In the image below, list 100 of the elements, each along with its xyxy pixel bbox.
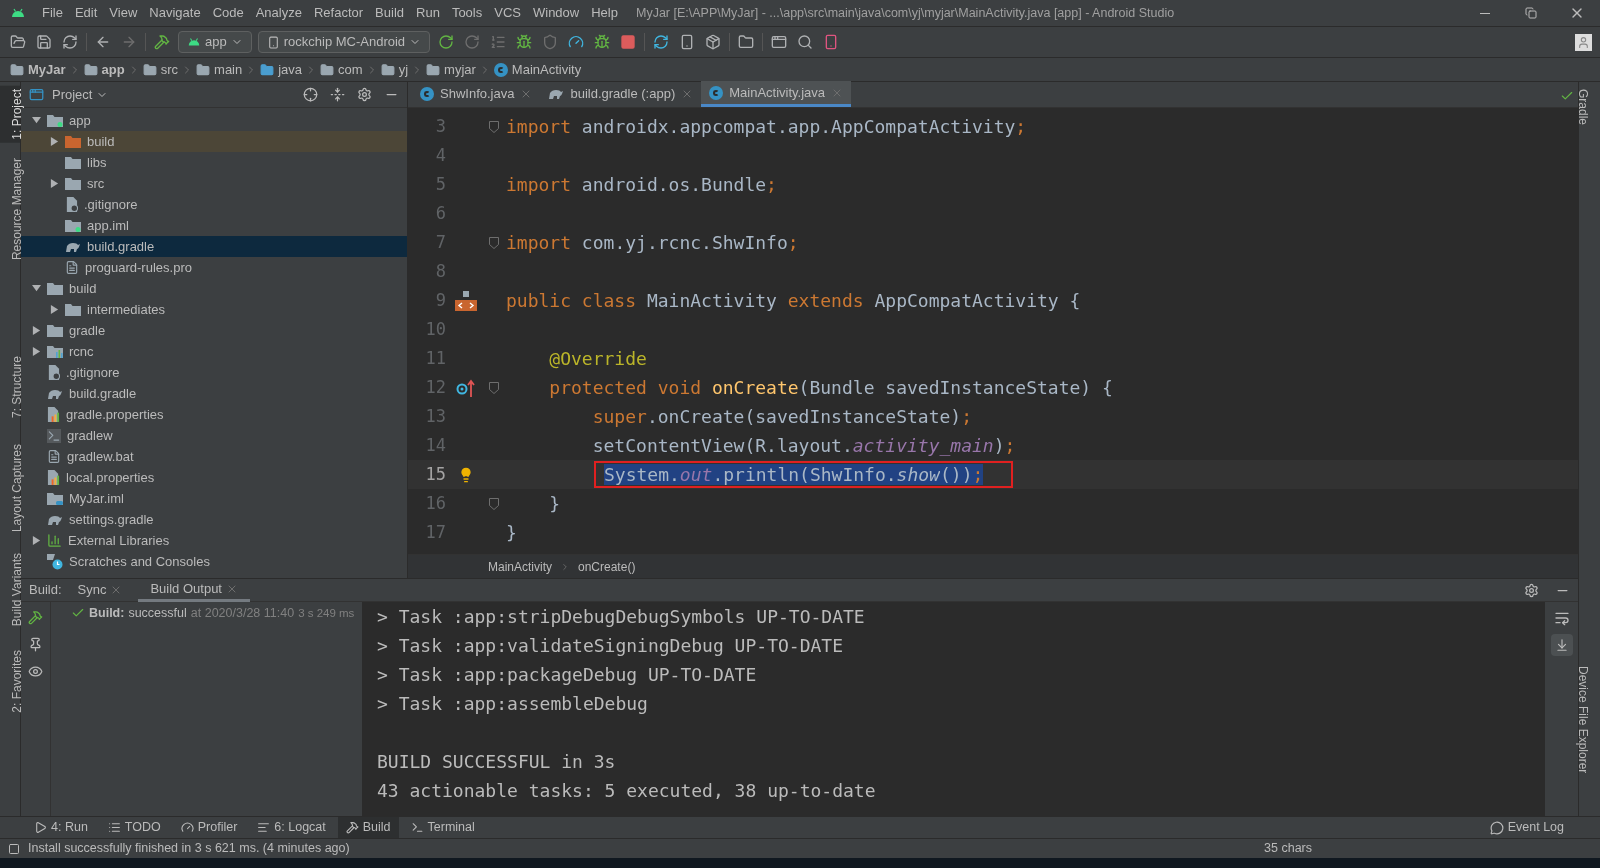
tree-item[interactable]: gradle [21, 320, 407, 341]
menu-item[interactable]: Edit [68, 3, 104, 23]
tool-window-tab[interactable]: Build [337, 816, 399, 839]
tool-window-tab[interactable]: TODO [99, 816, 169, 839]
collapsed-arrow-icon[interactable] [49, 137, 59, 146]
scroll-to-end-button[interactable] [1550, 634, 1573, 656]
lightbulb-icon[interactable] [458, 466, 474, 483]
sync-icon[interactable] [653, 34, 670, 50]
tree-item[interactable]: app [21, 110, 407, 131]
bug-icon[interactable] [594, 34, 611, 50]
open-folder-icon[interactable] [10, 34, 26, 50]
event-log-button[interactable]: Event Log [1489, 818, 1564, 837]
tree-item[interactable]: gradlew.bat [21, 446, 407, 467]
settings-icon[interactable] [357, 87, 372, 102]
breadcrumb-item[interactable]: main [194, 59, 245, 80]
build-result[interactable]: Build: successful at 2020/3/28 11:40 3 s 249 ms [71, 604, 362, 623]
menu-item[interactable]: Run [410, 3, 446, 23]
breadcrumb-item[interactable]: src [140, 59, 181, 80]
tree-item[interactable]: .gitignore [21, 194, 407, 215]
collapsed-arrow-icon[interactable] [31, 347, 41, 356]
tool-window-tab[interactable]: 2: Favorites [0, 647, 20, 716]
tree-item[interactable]: intermediates [21, 299, 407, 320]
menu-item[interactable]: Build [369, 3, 410, 23]
tree-item[interactable]: rcnc [21, 341, 407, 362]
breadcrumb-item[interactable]: java [258, 59, 305, 80]
tool-window-tab[interactable]: Gradle [1579, 86, 1600, 129]
menu-item[interactable]: View [103, 3, 144, 23]
breadcrumb-item[interactable]: MainActivity [488, 557, 552, 576]
settings-icon[interactable] [1524, 582, 1539, 598]
window-icon[interactable] [771, 34, 788, 50]
editor-tab[interactable]: ShwInfo.java [412, 81, 541, 107]
tool-window-tab[interactable]: Terminal [402, 816, 483, 839]
overrides-icon[interactable] [456, 378, 476, 397]
tool-window-tab[interactable]: 7: Structure [0, 352, 20, 421]
breadcrumb-item[interactable]: MainActivity [491, 59, 584, 80]
menu-item[interactable]: Tools [445, 3, 489, 23]
menu-item[interactable]: Refactor [307, 3, 370, 23]
tool-window-tab[interactable]: Profiler [172, 816, 246, 839]
run-config-dropdown[interactable]: app [178, 31, 252, 53]
breadcrumb-item[interactable]: MyJar [8, 59, 68, 80]
fold-marker-icon[interactable] [489, 381, 499, 394]
breadcrumb-item[interactable]: com [318, 59, 365, 80]
editor-tab[interactable]: build.gradle (:app) [540, 81, 702, 107]
collapsed-arrow-icon[interactable] [49, 179, 59, 188]
menu-item[interactable]: Code [206, 3, 250, 23]
save-icon[interactable] [36, 34, 52, 50]
menu-item[interactable]: VCS [488, 3, 527, 23]
device-dropdown[interactable]: rockchip MC-Android [257, 31, 431, 53]
tool-window-tab[interactable]: 6: Logcat [249, 816, 334, 839]
hammer-icon[interactable] [28, 610, 43, 625]
avatar-icon[interactable] [1575, 33, 1592, 51]
panel-toggle-icon[interactable] [8, 842, 20, 855]
menu-item[interactable]: File [36, 3, 69, 23]
stop-icon[interactable] [620, 34, 637, 50]
bug-icon[interactable] [516, 34, 533, 50]
collapsed-arrow-icon[interactable] [49, 305, 59, 314]
fold-marker-icon[interactable] [489, 120, 499, 133]
tree-item[interactable]: app.iml [21, 215, 407, 236]
panel-tab[interactable]: Sync [65, 578, 135, 602]
locate-icon[interactable] [303, 87, 318, 102]
editor-tab[interactable]: MainActivity.java [701, 81, 852, 107]
collapsed-arrow-icon[interactable] [31, 326, 41, 335]
implemented-icon[interactable] [455, 290, 477, 311]
package-icon[interactable] [705, 34, 722, 50]
breadcrumb-item[interactable]: onCreate() [578, 557, 636, 576]
hammer-icon[interactable] [154, 34, 170, 50]
panel-tab[interactable]: Build Output [138, 578, 250, 602]
breadcrumb-item[interactable]: myjar [424, 59, 478, 80]
tree-item[interactable]: build.gradle [21, 383, 407, 404]
collapsed-arrow-icon[interactable] [31, 536, 41, 545]
gauge-icon[interactable] [568, 34, 585, 50]
menu-item[interactable]: Help [585, 3, 624, 23]
collapse-icon[interactable] [330, 87, 345, 102]
tool-window-tab[interactable]: Build Variants [0, 549, 20, 629]
search-icon[interactable] [797, 34, 814, 50]
tree-item[interactable]: External Libraries [21, 530, 407, 551]
menu-item[interactable]: Navigate [143, 3, 207, 23]
tool-window-tab[interactable]: 4: Run [26, 816, 96, 839]
tree-item[interactable]: proguard-rules.pro [21, 257, 407, 278]
tree-item[interactable]: build [21, 131, 407, 152]
tree-item[interactable]: gradlew [21, 425, 407, 446]
expanded-arrow-icon[interactable] [31, 116, 41, 125]
tree-item[interactable]: src [21, 173, 407, 194]
pin-icon[interactable] [28, 637, 43, 652]
tree-item[interactable]: gradle.properties [21, 404, 407, 425]
folder-icon[interactable] [738, 34, 755, 50]
breadcrumb-item[interactable]: app [81, 59, 127, 80]
menu-item[interactable]: Window [526, 3, 586, 23]
wrap-icon[interactable] [1553, 610, 1570, 626]
tree-item[interactable]: MyJar.iml [21, 488, 407, 509]
fold-marker-icon[interactable] [489, 236, 499, 249]
fold-marker-icon[interactable] [489, 497, 499, 510]
rerun-icon[interactable] [438, 34, 455, 50]
sync-icon[interactable] [62, 34, 78, 50]
tree-item[interactable]: .gitignore [21, 362, 407, 383]
menu-item[interactable]: Analyze [249, 3, 308, 23]
eye-icon[interactable] [28, 664, 43, 679]
tree-item[interactable]: build [21, 278, 407, 299]
tree-item[interactable]: Scratches and Consoles [21, 551, 407, 572]
expanded-arrow-icon[interactable] [31, 284, 41, 293]
